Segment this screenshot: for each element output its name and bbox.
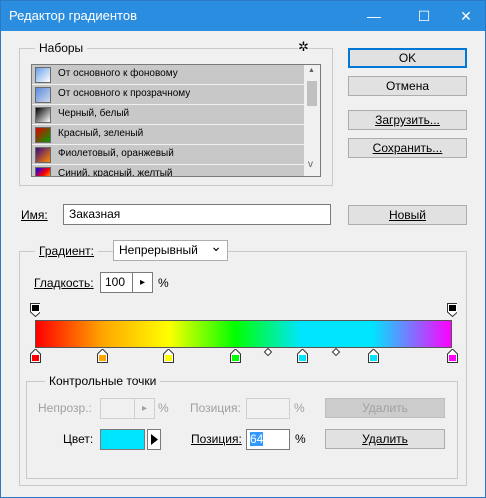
preset-item[interactable]: От основного к фоновому bbox=[32, 65, 305, 85]
preset-swatch bbox=[35, 167, 51, 176]
color-stop[interactable] bbox=[96, 349, 108, 363]
presets-scrollbar[interactable]: ▲ v bbox=[304, 65, 320, 176]
gradient-type-label-text: Градиент: bbox=[39, 244, 95, 258]
preset-swatch bbox=[35, 87, 51, 103]
gradient-type-select[interactable]: Непрерывный ⌄ bbox=[113, 238, 228, 261]
opacity-stop[interactable] bbox=[447, 303, 457, 317]
name-input[interactable]: Заказная bbox=[63, 204, 331, 225]
close-icon[interactable]: ✕ bbox=[451, 1, 481, 31]
preset-swatch bbox=[35, 107, 51, 123]
minimize-icon[interactable]: — bbox=[359, 1, 389, 31]
cancel-button[interactable]: Отмена bbox=[348, 76, 467, 96]
delete-opacity-stop-button[interactable]: Удалить bbox=[325, 398, 445, 418]
smoothness-unit: % bbox=[158, 276, 169, 290]
smoothness-stepper[interactable]: ▸ bbox=[132, 272, 153, 293]
opacity-unit: % bbox=[158, 401, 169, 415]
position-value: 64 bbox=[250, 432, 264, 446]
gradient-type-label: Градиент: bbox=[35, 244, 99, 258]
color-label: Цвет: bbox=[63, 432, 94, 446]
name-label: Имя: bbox=[21, 208, 48, 222]
new-button-label: Новый bbox=[388, 208, 427, 222]
preset-label: От основного к фоновому bbox=[58, 68, 178, 79]
gradient-type-value: Непрерывный bbox=[119, 243, 198, 257]
opacity-position-input[interactable] bbox=[246, 398, 290, 419]
preset-label: Красный, зеленый bbox=[58, 128, 144, 139]
preset-label: Синий, красный, желтый bbox=[58, 168, 173, 177]
preset-item[interactable]: Фиолетовый, оранжевый bbox=[32, 145, 305, 165]
gradient-editor-window: Редактор градиентов — ☐ ✕ Наборы ✲ От ос… bbox=[0, 0, 486, 498]
presets-list[interactable]: От основного к фоновому От основного к пр… bbox=[31, 64, 321, 177]
preset-swatch bbox=[35, 147, 51, 163]
preset-swatch bbox=[35, 127, 51, 143]
caret-right-icon bbox=[151, 434, 158, 445]
opacity-stepper[interactable]: ▸ bbox=[134, 398, 155, 419]
smoothness-input[interactable]: 100 bbox=[100, 272, 133, 293]
load-button[interactable]: Загрузить... bbox=[348, 110, 467, 130]
color-stop[interactable] bbox=[447, 349, 458, 363]
position-unit: % bbox=[295, 432, 306, 446]
preset-item[interactable]: Черный, белый bbox=[32, 105, 305, 125]
stops-group-label: Контрольные точки bbox=[45, 374, 161, 388]
position-input[interactable]: 64 bbox=[246, 429, 290, 450]
smoothness-label: Гладкость: bbox=[34, 276, 94, 290]
color-menu-button[interactable] bbox=[147, 429, 161, 450]
opacity-input[interactable] bbox=[100, 398, 135, 419]
stop-color-swatch[interactable] bbox=[100, 429, 145, 450]
scroll-thumb[interactable] bbox=[307, 81, 317, 106]
scroll-up-icon[interactable]: ▲ bbox=[308, 67, 315, 74]
new-button[interactable]: Новый bbox=[348, 205, 467, 225]
preset-swatch bbox=[35, 67, 51, 83]
title-bar[interactable]: Редактор градиентов — ☐ ✕ bbox=[1, 1, 485, 31]
opacity-position-label: Позиция: bbox=[190, 401, 241, 415]
gear-icon[interactable]: ✲ bbox=[298, 39, 309, 55]
chevron-down-icon: ⌄ bbox=[210, 238, 222, 254]
preset-label: Фиолетовый, оранжевый bbox=[58, 148, 174, 159]
color-stop[interactable] bbox=[296, 349, 308, 363]
delete-color-stop-button[interactable]: Удалить bbox=[325, 429, 445, 449]
opacity-stop[interactable] bbox=[30, 303, 40, 317]
smoothness-label-text: Гладкость: bbox=[34, 276, 94, 290]
preset-label: От основного к прозрачному bbox=[58, 88, 191, 99]
preset-item[interactable]: Синий, красный, желтый bbox=[32, 165, 305, 177]
opacity-position-unit: % bbox=[294, 401, 305, 415]
preset-label: Черный, белый bbox=[58, 108, 130, 119]
maximize-icon[interactable]: ☐ bbox=[409, 1, 439, 31]
save-button-label: Сохранить... bbox=[372, 141, 443, 155]
delete-color-stop-label: Удалить bbox=[362, 432, 408, 446]
window-title: Редактор градиентов bbox=[9, 8, 137, 23]
color-stop[interactable] bbox=[230, 349, 242, 363]
gradient-bar[interactable] bbox=[35, 320, 452, 348]
color-stop[interactable] bbox=[163, 349, 175, 363]
opacity-label: Непрозр.: bbox=[38, 401, 92, 415]
load-button-label: Загрузить... bbox=[375, 113, 440, 127]
position-label: Позиция: bbox=[191, 432, 242, 446]
color-stop[interactable] bbox=[30, 349, 41, 363]
ok-button[interactable]: OK bbox=[348, 48, 467, 68]
scroll-down-icon[interactable]: v bbox=[308, 159, 313, 170]
preset-item[interactable]: От основного к прозрачному bbox=[32, 85, 305, 105]
color-stop[interactable] bbox=[367, 349, 379, 363]
save-button[interactable]: Сохранить... bbox=[348, 138, 467, 158]
preset-item[interactable]: Красный, зеленый bbox=[32, 125, 305, 145]
presets-group-label: Наборы bbox=[35, 41, 88, 55]
